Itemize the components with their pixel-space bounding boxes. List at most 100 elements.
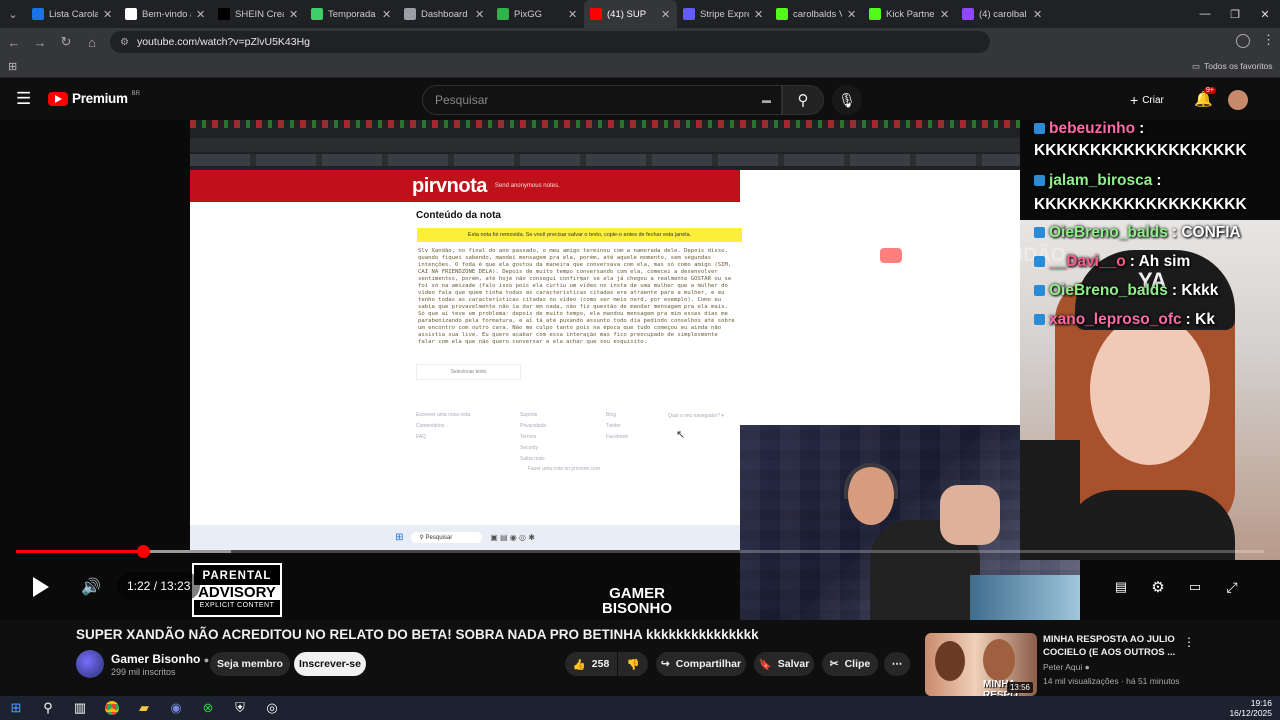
subtitles-button[interactable]: ▤ <box>1110 576 1132 598</box>
obs-icon[interactable]: ◎ <box>256 696 288 720</box>
footer-link: Security <box>520 445 539 451</box>
more-actions-button[interactable]: ⋯ <box>884 652 910 676</box>
browser-tab[interactable]: Dashboard ✕ <box>398 0 491 28</box>
browser-tab[interactable]: carolbalds V ✕ <box>770 0 863 28</box>
hamburger-menu-icon[interactable]: ☰ <box>16 89 31 109</box>
video-player[interactable]: pirvnota Send anonymous notes. Conteúdo … <box>0 120 1280 620</box>
tab-label: (41) SUP <box>607 8 647 20</box>
search-placeholder: Pesquisar <box>435 93 489 107</box>
browser-tab[interactable]: SHEIN Creat ✕ <box>212 0 305 28</box>
thumb-face-2 <box>983 639 1015 681</box>
profile-icon[interactable] <box>1236 34 1250 48</box>
join-button[interactable]: Seja membro <box>210 652 290 676</box>
channel-name[interactable]: Gamer Bisonho ● <box>111 652 209 666</box>
windows-start-icon[interactable]: ⊞ <box>0 696 32 720</box>
channel-avatar[interactable] <box>76 650 104 678</box>
search-button[interactable]: ⚲ <box>782 85 824 115</box>
site-info-icon[interactable]: ⚙ <box>120 37 129 48</box>
subscribe-button[interactable]: Inscrever-se <box>294 652 366 676</box>
share-label: Compartilhar <box>675 658 742 670</box>
browser-tab[interactable]: Kick Partner ✕ <box>863 0 956 28</box>
mouse-cursor-icon: ↖ <box>676 429 686 441</box>
browser-tab[interactable]: (4) carolbal ✕ <box>956 0 1049 28</box>
account-avatar[interactable] <box>1228 90 1248 110</box>
recommended-thumbnail[interactable]: MINHA RESPO 13:56 <box>925 633 1037 696</box>
minimize-icon[interactable]: — <box>1190 0 1220 28</box>
url-field[interactable]: ⚙ youtube.com/watch?v=pZlvU5K43Hg <box>110 31 990 53</box>
create-button[interactable]: + Criar <box>1130 92 1164 108</box>
dislike-button[interactable]: 👎 <box>618 652 648 676</box>
play-button[interactable] <box>28 574 54 600</box>
back-icon[interactable]: ← <box>2 30 26 54</box>
tab-close-icon[interactable]: ✕ <box>103 8 113 21</box>
chat-badge-icon <box>1034 285 1045 297</box>
youtube-play-icon <box>48 91 68 106</box>
chat-username: __Davi__o <box>1049 253 1126 270</box>
browser-tab[interactable]: Temporada ✕ <box>305 0 398 28</box>
all-bookmarks[interactable]: ▭ Todos os favoritos <box>1192 61 1273 72</box>
xbox-icon[interactable]: ⊗ <box>192 696 224 720</box>
browser-tab[interactable]: Lista Carola ✕ <box>26 0 119 28</box>
maximize-icon[interactable]: ❐ <box>1220 0 1250 28</box>
recommended-more-icon[interactable]: ⋮ <box>1183 635 1195 649</box>
subtitles-icon: ▤ <box>1114 579 1128 594</box>
close-window-icon[interactable]: ✕ <box>1250 0 1280 28</box>
keyboard-icon[interactable]: ▬ <box>762 95 771 105</box>
apps-icon[interactable]: ⊞ <box>8 60 17 73</box>
tab-close-icon[interactable]: ✕ <box>568 8 578 21</box>
task-view-icon[interactable]: ▥ <box>64 696 96 720</box>
youtube-logo[interactable]: Premium BR <box>48 91 140 106</box>
chrome-icon[interactable] <box>96 696 128 720</box>
captured-page-blank <box>740 170 1020 425</box>
more-menu-icon[interactable]: ⋮ <box>1262 32 1275 48</box>
notification-count: 9+ <box>1204 87 1216 94</box>
create-label: Criar <box>1142 94 1164 106</box>
search-input[interactable]: Pesquisar ▬ <box>422 85 782 115</box>
share-button[interactable]: ↪ Compartilhar <box>656 652 746 676</box>
youtube-play-icon <box>880 248 902 264</box>
tab-close-icon[interactable]: ✕ <box>1033 8 1043 21</box>
tab-close-icon[interactable]: ✕ <box>196 8 206 21</box>
discord-icon[interactable]: ◉ <box>160 696 192 720</box>
tab-search-icon[interactable]: ⌄ <box>0 0 26 28</box>
search-icon[interactable]: ⚲ <box>32 696 64 720</box>
theater-mode-button[interactable]: ▭ <box>1184 576 1206 598</box>
tab-close-icon[interactable]: ✕ <box>382 8 392 21</box>
tab-favicon-icon <box>404 8 416 20</box>
clip-button[interactable]: ✂ Clipe <box>822 652 878 676</box>
reload-icon[interactable]: ↻ <box>54 30 78 54</box>
browser-tab[interactable]: Stripe Expre ✕ <box>677 0 770 28</box>
tab-favicon-icon <box>497 8 509 20</box>
tab-close-icon[interactable]: ✕ <box>940 8 950 21</box>
forward-icon[interactable]: → <box>28 30 52 54</box>
save-button[interactable]: 🔖 Salvar <box>754 652 814 676</box>
chat-message: KKKKKKKKKKKKKKKKKKK <box>1034 196 1247 214</box>
tab-close-icon[interactable]: ✕ <box>289 8 299 21</box>
shield-icon[interactable]: ⛨ <box>224 696 256 720</box>
verified-icon: ● <box>203 655 210 665</box>
browser-tab[interactable]: Bem-vindo a ✕ <box>119 0 212 28</box>
recommended-channel[interactable]: Peter Aqui ● <box>1043 662 1090 672</box>
progress-bar[interactable] <box>16 545 1264 558</box>
like-button[interactable]: 👍 258 <box>565 652 617 676</box>
settings-button[interactable]: ⚙ <box>1147 576 1169 598</box>
browser-tab[interactable]: PixGG ✕ <box>491 0 584 28</box>
tab-close-icon[interactable]: ✕ <box>847 8 857 21</box>
tab-close-icon[interactable]: ✕ <box>754 8 764 21</box>
system-clock[interactable]: 19:16 16/12/2025 <box>1229 698 1272 718</box>
browser-tab[interactable]: (41) SUP ✕ <box>584 0 677 28</box>
notifications-button[interactable]: 🔔 9+ <box>1194 87 1216 108</box>
tab-close-icon[interactable]: ✕ <box>661 8 671 21</box>
parental-line2: ADVISORY <box>194 584 280 600</box>
fullscreen-button[interactable]: ⤢ <box>1221 576 1243 598</box>
webcam-hands <box>940 485 1000 545</box>
home-icon[interactable]: ⌂ <box>80 30 104 54</box>
tab-close-icon[interactable]: ✕ <box>475 8 485 21</box>
voice-search-button[interactable]: 🎙 <box>832 85 862 115</box>
volume-button[interactable]: 🔊 <box>78 574 104 600</box>
recommended-title[interactable]: MINHA RESPOSTA AO JULIO COCIELO (E AOS O… <box>1043 633 1178 659</box>
tab-label: Lista Carola <box>49 8 98 20</box>
file-explorer-icon[interactable]: ▰ <box>128 696 160 720</box>
chat-username: jalam_birosca <box>1049 172 1153 189</box>
bookmarks-bar: ⊞ ▭ Todos os favoritos <box>0 56 1280 78</box>
